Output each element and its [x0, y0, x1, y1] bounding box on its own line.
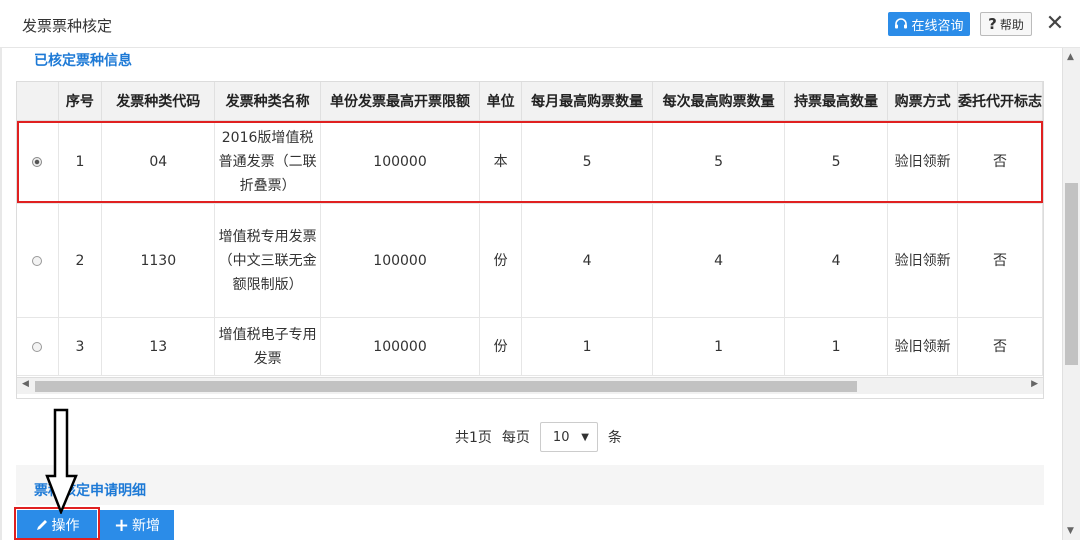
online-consult-button[interactable]: 在线咨询 [888, 12, 970, 36]
header-seq: 序号 [58, 82, 103, 121]
dialog-header: 发票票种核定 在线咨询 ? 帮助 ✕ [0, 0, 1080, 48]
table-row[interactable]: 3 13 增值税电子专用发票 100000 份 1 1 1 验旧领新 否 [17, 317, 1043, 376]
per-page-unit: 条 [607, 430, 622, 446]
online-consult-label: 在线咨询 [911, 18, 964, 34]
close-icon[interactable]: ✕ [1044, 12, 1066, 36]
cell-method: 验旧领新 [887, 203, 958, 318]
vertical-scroll-thumb[interactable] [1065, 183, 1078, 365]
cell-method: 验旧领新 [887, 120, 958, 204]
cell-monthly: 4 [521, 203, 654, 318]
cell-seq: 2 [58, 203, 103, 318]
approved-invoice-table: 序号 发票种类代码 发票种类名称 单份发票最高开票限额 单位 每月最高购票数量 … [17, 82, 1043, 376]
cell-method: 验旧领新 [887, 317, 958, 376]
header-name: 发票种类名称 [214, 82, 321, 121]
caret-down-icon: ▼ [581, 431, 589, 443]
cell-limit: 100000 [320, 203, 481, 318]
cell-seq: 3 [58, 317, 103, 376]
header-method: 购票方式 [887, 82, 958, 121]
question-mark-icon: ? [988, 15, 997, 33]
pencil-icon [36, 520, 47, 530]
operate-label: 操作 [51, 518, 80, 534]
dialog-title: 发票票种核定 [22, 17, 113, 35]
radio-button[interactable] [32, 341, 43, 352]
header-code: 发票种类代码 [101, 82, 216, 121]
vertical-scrollbar[interactable]: ▲ ▼ [1062, 48, 1080, 540]
scroll-down-icon[interactable]: ▼ [1067, 526, 1074, 536]
cell-per-time: 5 [652, 120, 785, 204]
cell-monthly: 5 [521, 120, 654, 204]
header-delegate: 委托代开标志 [957, 82, 1043, 121]
headset-icon [895, 18, 908, 29]
header-per-time: 每次最高购票数量 [652, 82, 785, 121]
cell-delegate: 否 [957, 120, 1043, 204]
cell-unit: 份 [479, 203, 522, 318]
radio-button-selected[interactable] [32, 157, 43, 167]
cell-monthly: 1 [521, 317, 654, 376]
horizontal-scrollbar[interactable]: ◀ ▶ [17, 377, 1043, 394]
approved-invoice-grid: 序号 发票种类代码 发票种类名称 单份发票最高开票限额 单位 每月最高购票数量 … [16, 81, 1044, 399]
cell-unit: 份 [479, 317, 522, 376]
section-title-approved: 已核定票种信息 [34, 53, 132, 69]
cell-code: 04 [101, 120, 216, 204]
row-radio-cell[interactable] [17, 203, 59, 318]
operate-button[interactable]: 操作 [17, 510, 97, 540]
cell-name: 增值税专用发票（中文三联无金额限制版） [214, 203, 321, 318]
page-size-select[interactable]: 10 ▼ [539, 422, 598, 452]
header-monthly: 每月最高购票数量 [521, 82, 654, 121]
cell-name: 2016版增值税普通发票（二联折叠票） [214, 120, 321, 204]
header-hold: 持票最高数量 [784, 82, 889, 121]
scroll-left-icon[interactable]: ◀ [22, 379, 29, 389]
cell-hold: 4 [784, 203, 889, 318]
table-header-row: 序号 发票种类代码 发票种类名称 单份发票最高开票限额 单位 每月最高购票数量 … [17, 82, 1043, 121]
cell-seq: 1 [58, 120, 103, 204]
cell-unit: 本 [479, 120, 522, 204]
help-label: 帮助 [999, 17, 1024, 32]
row-radio-cell[interactable] [17, 120, 59, 204]
cell-per-time: 4 [652, 203, 785, 318]
section-bar-detail [16, 465, 1044, 505]
cell-limit: 100000 [320, 120, 481, 204]
cell-hold: 1 [784, 317, 889, 376]
add-button[interactable]: + 新增 [100, 510, 174, 540]
plus-icon: + [113, 514, 130, 536]
down-arrow-annotation [45, 408, 78, 514]
table-row[interactable]: 2 1130 增值税专用发票（中文三联无金额限制版） 100000 份 4 4 … [17, 203, 1043, 318]
cell-code: 13 [101, 317, 216, 376]
table-row[interactable]: 1 04 2016版增值税普通发票（二联折叠票） 100000 本 5 5 5 … [17, 120, 1043, 204]
cell-code: 1130 [101, 203, 216, 318]
header-unit: 单位 [479, 82, 522, 121]
add-label: 新增 [132, 518, 161, 534]
horizontal-scroll-thumb[interactable] [35, 381, 857, 392]
page-total: 共1页 [455, 430, 492, 446]
cell-limit: 100000 [320, 317, 481, 376]
cell-name: 增值税电子专用发票 [214, 317, 321, 376]
cell-delegate: 否 [957, 203, 1043, 318]
help-button[interactable]: ? 帮助 [980, 12, 1032, 36]
cell-per-time: 1 [652, 317, 785, 376]
header-limit: 单份发票最高开票限额 [320, 82, 481, 121]
header-select [17, 82, 59, 121]
row-radio-cell[interactable] [17, 317, 59, 376]
radio-button[interactable] [32, 255, 43, 266]
page-size-value: 10 [552, 429, 570, 445]
scroll-up-icon[interactable]: ▲ [1067, 52, 1074, 62]
cell-delegate: 否 [957, 317, 1043, 376]
per-page-label: 每页 [501, 430, 530, 446]
cell-hold: 5 [784, 120, 889, 204]
scroll-right-icon[interactable]: ▶ [1031, 379, 1038, 389]
pagination: 共1页 每页 10 ▼ 条 [455, 422, 622, 452]
